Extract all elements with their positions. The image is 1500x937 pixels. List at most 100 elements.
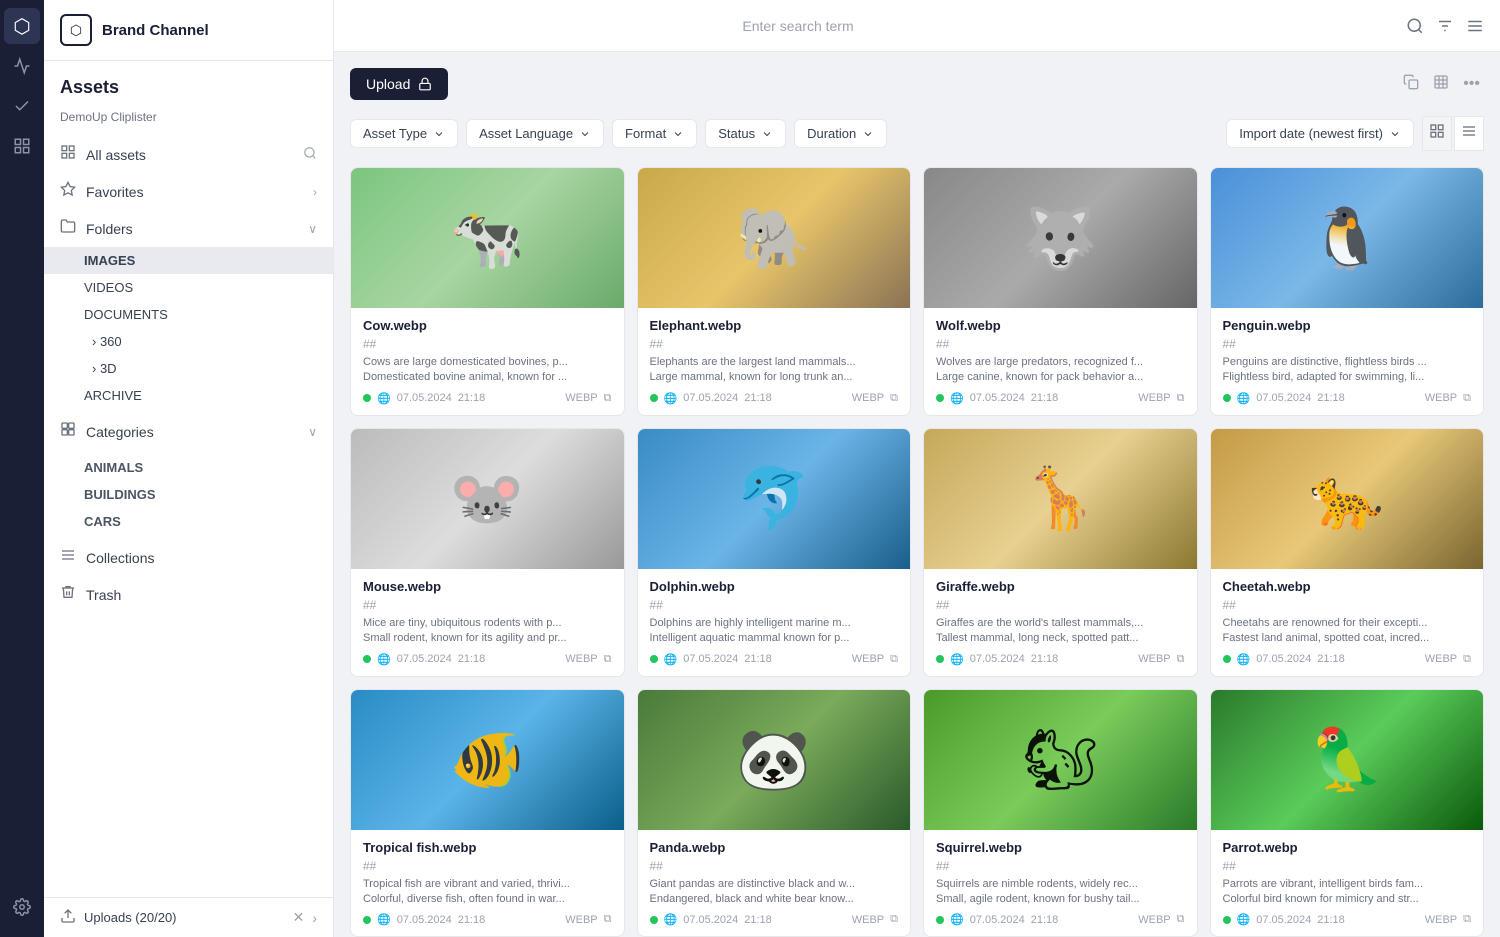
asset-card[interactable]: 🐭 Mouse.webp ## Mice are tiny, ubiquitou… xyxy=(350,428,625,677)
asset-card[interactable]: 🐆 Cheetah.webp ## Cheetahs are renowned … xyxy=(1210,428,1485,677)
sidebar-item-trash[interactable]: Trash xyxy=(44,576,333,613)
grid-view-button[interactable] xyxy=(1422,116,1452,151)
category-cars[interactable]: CARS xyxy=(44,508,333,535)
status-dot xyxy=(1223,916,1231,924)
asset-meta: 🌐 07.05.2024 21:18 WEBP ⧉ xyxy=(650,913,899,926)
asset-card[interactable]: 🐺 Wolf.webp ## Wolves are large predator… xyxy=(923,167,1198,416)
animal-icon: 🐺 xyxy=(1023,203,1098,274)
icon-bar-grid[interactable] xyxy=(4,128,40,164)
filter-asset-type[interactable]: Asset Type xyxy=(350,119,458,148)
asset-format: WEBP xyxy=(1138,653,1170,665)
asset-time: 21:18 xyxy=(1031,392,1059,404)
sort-label: Import date (newest first) xyxy=(1239,126,1383,141)
sidebar-item-collections[interactable]: Collections xyxy=(44,539,333,576)
copy-icon: ⧉ xyxy=(604,653,612,666)
animal-icon: 🐄 xyxy=(450,203,525,274)
asset-name: Panda.webp xyxy=(650,840,899,855)
favorites-icon xyxy=(60,181,76,202)
asset-card[interactable]: 🐘 Elephant.webp ## Elephants are the lar… xyxy=(637,167,912,416)
globe-icon: 🌐 xyxy=(377,653,391,666)
asset-date: 07.05.2024 xyxy=(683,914,738,926)
filter-format[interactable]: Format xyxy=(612,119,697,148)
icon-bar-settings[interactable] xyxy=(4,889,40,925)
more-options-icon[interactable]: ••• xyxy=(1459,71,1484,97)
globe-icon: 🌐 xyxy=(1237,392,1251,405)
asset-card[interactable]: 🐿 Squirrel.webp ## Squirrels are nimble … xyxy=(923,689,1198,937)
favorites-chevron: › xyxy=(313,185,317,199)
sidebar-item-all-assets[interactable]: All assets xyxy=(44,136,333,173)
asset-hash: ## xyxy=(363,337,612,351)
favorites-label: Favorites xyxy=(86,184,144,200)
asset-format: WEBP xyxy=(565,392,597,404)
sidebar-subtitle: DemoUp Cliplister xyxy=(44,110,333,136)
asset-date: 07.05.2024 xyxy=(397,914,452,926)
asset-card[interactable]: 🐼 Panda.webp ## Giant pandas are distinc… xyxy=(637,689,912,937)
sidebar-item-folders[interactable]: Folders ∨ xyxy=(44,210,333,247)
asset-name: Tropical fish.webp xyxy=(363,840,612,855)
filters-row: Asset Type Asset Language Format Status … xyxy=(350,116,1484,151)
folder-images[interactable]: IMAGES xyxy=(44,247,333,274)
folder-archive[interactable]: ARCHIVE xyxy=(44,382,333,409)
filter-status-label: Status xyxy=(718,126,755,141)
search-icon[interactable] xyxy=(303,146,317,163)
icon-bar-assets[interactable]: ⬡ xyxy=(4,8,40,44)
filter-duration[interactable]: Duration xyxy=(794,119,887,148)
folder-videos[interactable]: VIDEOS xyxy=(44,274,333,301)
search-topbar-icon[interactable] xyxy=(1406,17,1424,35)
folder-360[interactable]: › 360 xyxy=(44,328,333,355)
all-assets-label: All assets xyxy=(86,147,146,163)
all-assets-icon xyxy=(60,144,76,165)
asset-desc: Tropical fish are vibrant and varied, th… xyxy=(363,877,612,908)
category-buildings[interactable]: BUILDINGS xyxy=(44,481,333,508)
animal-icon: 🐠 xyxy=(450,724,525,795)
asset-format: WEBP xyxy=(1425,653,1457,665)
list-view-button[interactable] xyxy=(1454,116,1484,151)
asset-format: WEBP xyxy=(1425,914,1457,926)
filter-topbar-icon[interactable] xyxy=(1436,17,1454,35)
sidebar-item-favorites[interactable]: Favorites › xyxy=(44,173,333,210)
preview-icon[interactable] xyxy=(1429,70,1453,99)
copy-icon: ⧉ xyxy=(890,913,898,926)
asset-name: Cow.webp xyxy=(363,318,612,333)
menu-topbar-icon[interactable] xyxy=(1466,17,1484,35)
asset-time: 21:18 xyxy=(744,392,772,404)
asset-hash: ## xyxy=(1223,859,1472,873)
asset-desc: Squirrels are nimble rodents, widely rec… xyxy=(936,877,1185,908)
copy-icon: ⧉ xyxy=(890,653,898,666)
asset-card[interactable]: 🦒 Giraffe.webp ## Giraffes are the world… xyxy=(923,428,1198,677)
asset-meta: 🌐 07.05.2024 21:18 WEBP ⧉ xyxy=(650,653,899,666)
asset-card[interactable]: 🐬 Dolphin.webp ## Dolphins are highly in… xyxy=(637,428,912,677)
animal-icon: 🐼 xyxy=(736,724,811,795)
asset-format: WEBP xyxy=(1138,914,1170,926)
categories-chevron[interactable]: ∨ xyxy=(308,425,317,439)
asset-card[interactable]: 🐄 Cow.webp ## Cows are large domesticate… xyxy=(350,167,625,416)
asset-thumbnail: 🦜 xyxy=(1211,690,1484,830)
sidebar-item-categories[interactable]: Categories ∨ xyxy=(44,413,333,450)
copy-view-icon[interactable] xyxy=(1399,70,1423,99)
asset-card[interactable]: 🐠 Tropical fish.webp ## Tropical fish ar… xyxy=(350,689,625,937)
asset-card[interactable]: 🦜 Parrot.webp ## Parrots are vibrant, in… xyxy=(1210,689,1485,937)
icon-bar-analytics[interactable] xyxy=(4,48,40,84)
search-input[interactable] xyxy=(498,18,1098,34)
icon-bar-tasks[interactable] xyxy=(4,88,40,124)
next-sidebar-button[interactable]: › xyxy=(312,910,317,926)
sort-button[interactable]: Import date (newest first) xyxy=(1226,119,1414,148)
asset-desc: Wolves are large predators, recognized f… xyxy=(936,355,1185,386)
collapse-sidebar-button[interactable]: ✕ xyxy=(293,909,305,926)
filter-asset-language[interactable]: Asset Language xyxy=(466,119,604,148)
category-animals[interactable]: ANIMALS xyxy=(44,454,333,481)
asset-desc: Elephants are the largest land mammals..… xyxy=(650,355,899,386)
copy-icon: ⧉ xyxy=(1177,392,1185,405)
folders-chevron[interactable]: ∨ xyxy=(308,222,317,236)
folder-documents[interactable]: DOCUMENTS xyxy=(44,301,333,328)
filter-status[interactable]: Status xyxy=(705,119,786,148)
copy-icon: ⧉ xyxy=(890,392,898,405)
asset-card[interactable]: 🐧 Penguin.webp ## Penguins are distincti… xyxy=(1210,167,1485,416)
asset-meta: 🌐 07.05.2024 21:18 WEBP ⧉ xyxy=(363,653,612,666)
filter-duration-label: Duration xyxy=(807,126,856,141)
asset-date: 07.05.2024 xyxy=(397,653,452,665)
folder-3d[interactable]: › 3D xyxy=(44,355,333,382)
upload-button[interactable]: Upload xyxy=(350,68,448,100)
copy-icon: ⧉ xyxy=(604,913,612,926)
asset-date: 07.05.2024 xyxy=(397,392,452,404)
